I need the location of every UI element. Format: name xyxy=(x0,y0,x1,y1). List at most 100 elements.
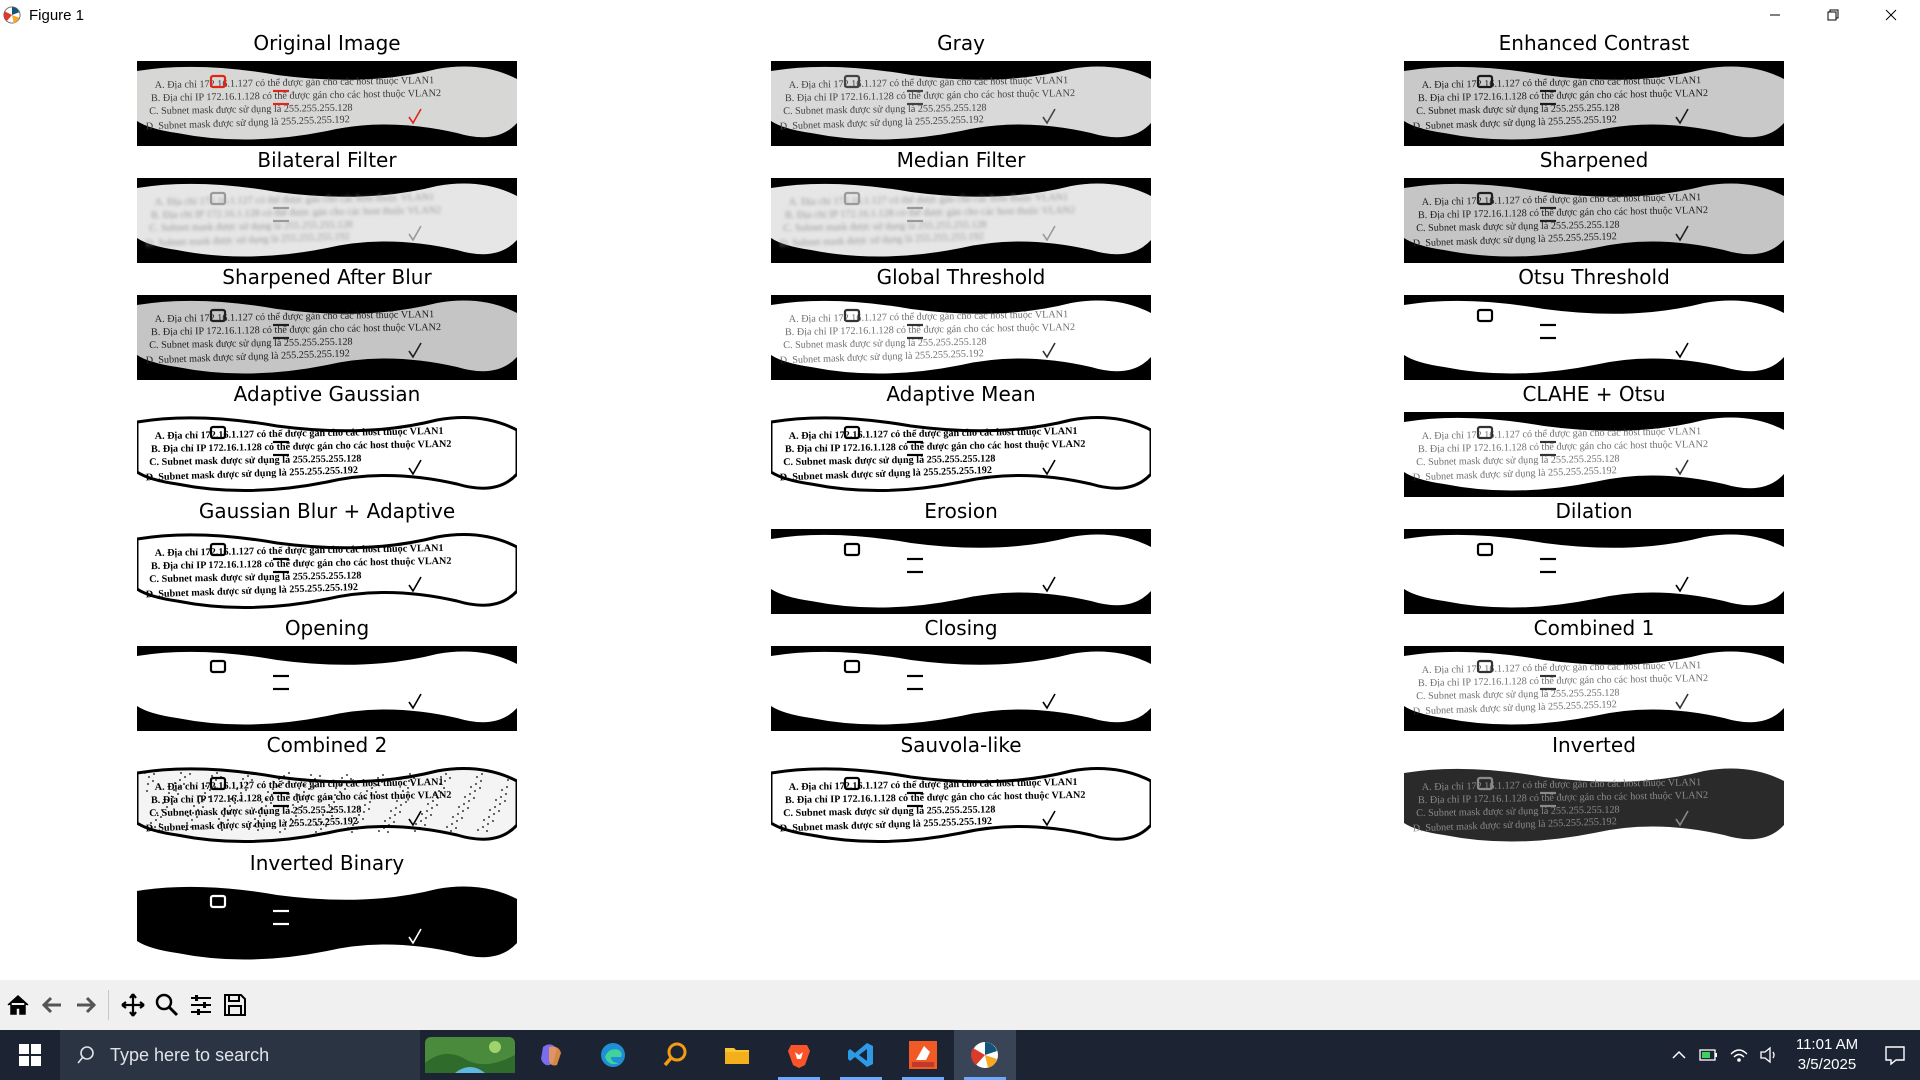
configure-subplots-icon xyxy=(191,995,211,1015)
noise-speck xyxy=(476,776,478,778)
noise-speck xyxy=(414,830,416,832)
image-bilateral-filter: A. Địa chỉ 172.16.1.127 có thể được gán … xyxy=(137,178,517,263)
volume-tray-button[interactable] xyxy=(1754,1030,1784,1080)
news-widget[interactable] xyxy=(420,1030,520,1080)
noise-speck xyxy=(482,826,484,828)
taskbar-edge[interactable] xyxy=(582,1030,644,1080)
matplotlib-icon xyxy=(3,6,21,24)
noise-speck xyxy=(501,789,503,791)
image-gray: A. Địa chỉ 172.16.1.127 có thể được gán … xyxy=(771,61,1151,146)
noise-speck xyxy=(180,772,182,774)
image-median-filter: A. Địa chỉ 172.16.1.127 có thể được gán … xyxy=(771,178,1151,263)
panel-gaussian-blur-adaptive: Gaussian Blur + Adaptive A. Địa chỉ 172.1… xyxy=(137,498,517,615)
processed-image xyxy=(137,646,517,731)
noise-speck xyxy=(148,776,150,778)
panel-title: Dilation xyxy=(1555,499,1633,523)
notifications-button[interactable] xyxy=(1870,1030,1920,1080)
close-button[interactable] xyxy=(1862,0,1920,30)
noise-speck xyxy=(310,774,312,776)
noise-speck xyxy=(425,817,427,819)
image-original-image: A. Địa chỉ 172.16.1.127 có thể được gán … xyxy=(137,61,517,146)
taskbar-matplotlib-figure[interactable] xyxy=(954,1030,1016,1080)
noise-speck xyxy=(409,773,411,775)
home-button[interactable] xyxy=(2,989,34,1021)
image-sauvola-like: A. Địa chỉ 172.16.1.127 có thể được gán … xyxy=(771,763,1151,848)
zoom-button[interactable] xyxy=(151,989,183,1021)
panel-title: Bilateral Filter xyxy=(257,148,397,172)
taskbar-brave[interactable] xyxy=(768,1030,830,1080)
taskbar-vscode[interactable] xyxy=(830,1030,892,1080)
noise-speck xyxy=(421,813,423,815)
noise-speck xyxy=(184,776,186,778)
minimize-button[interactable] xyxy=(1746,0,1804,30)
pan-icon xyxy=(121,993,145,1017)
noise-speck xyxy=(444,780,446,782)
processed-image: A. Địa chỉ 172.16.1.127 có thể được gán … xyxy=(137,61,517,146)
noise-speck xyxy=(507,779,509,781)
noise-speck xyxy=(368,808,370,810)
panel-erosion: Erosion xyxy=(771,498,1151,615)
start-button[interactable] xyxy=(0,1030,60,1080)
file-explorer-icon xyxy=(725,1048,749,1064)
noise-speck xyxy=(144,772,146,774)
panel-original-image: Original Image A. Địa chỉ 172.16.1.127 có… xyxy=(137,30,517,147)
processed-image: A. Địa chỉ 172.16.1.127 có thể được gán … xyxy=(137,178,517,263)
taskbar-copilot[interactable] xyxy=(520,1030,582,1080)
toolbar-separator xyxy=(108,990,109,1020)
panel-closing: Closing xyxy=(771,615,1151,732)
noise-speck xyxy=(505,793,507,795)
processed-image xyxy=(1404,295,1784,380)
taskbar-foxit-reader[interactable] xyxy=(892,1030,954,1080)
noise-speck xyxy=(426,810,428,812)
noise-speck xyxy=(498,810,500,812)
battery-tray-button[interactable] xyxy=(1694,1030,1724,1080)
back-button[interactable] xyxy=(36,989,68,1021)
noise-speck xyxy=(389,817,391,819)
image-sharpened: A. Địa chỉ 172.16.1.127 có thể được gán … xyxy=(1404,178,1784,263)
restore-button[interactable] xyxy=(1804,0,1862,30)
noise-speck xyxy=(146,790,148,792)
noise-speck xyxy=(346,774,348,776)
panel-otsu-threshold: Otsu Threshold xyxy=(1404,264,1784,381)
panel-title: Sharpened After Blur xyxy=(222,265,432,289)
edge-icon xyxy=(601,1043,625,1067)
taskbar-file-explorer[interactable] xyxy=(706,1030,768,1080)
processed-image: A. Địa chỉ 172.16.1.127 có thể được gán … xyxy=(771,295,1151,380)
network-tray-button[interactable] xyxy=(1724,1030,1754,1080)
image-closing xyxy=(771,646,1151,731)
panel-title: Sharpened xyxy=(1539,148,1649,172)
panel-title: Inverted xyxy=(1552,733,1636,757)
show-hidden-icons-button[interactable] xyxy=(1664,1030,1694,1080)
save-button[interactable] xyxy=(219,989,251,1021)
pan-button[interactable] xyxy=(117,989,149,1021)
taskbar-clock[interactable]: 11:01 AM 3/5/2025 xyxy=(1784,1035,1870,1075)
noise-speck xyxy=(216,772,218,774)
noise-speck xyxy=(418,774,420,776)
image-enhanced-contrast: A. Địa chỉ 172.16.1.127 có thể được gán … xyxy=(1404,61,1784,146)
forward-button[interactable] xyxy=(70,989,102,1021)
noise-speck xyxy=(455,827,457,829)
search-icon xyxy=(77,1046,94,1064)
taskbar-search-box[interactable]: Type here to search xyxy=(60,1030,420,1080)
search-app-icon xyxy=(663,1042,687,1067)
image-erosion xyxy=(771,529,1151,614)
speaker-icon xyxy=(1760,1046,1775,1064)
noise-speck xyxy=(378,830,380,832)
noise-speck xyxy=(475,783,477,785)
noise-speck xyxy=(395,807,397,809)
noise-speck xyxy=(189,773,191,775)
figure-canvas[interactable]: Original Image A. Địa chỉ 172.16.1.127 có… xyxy=(0,30,1920,980)
image-clahe-otsu: A. Địa chỉ 172.16.1.127 có thể được gán … xyxy=(1404,412,1784,497)
notification-icon xyxy=(1885,1046,1905,1066)
noise-speck xyxy=(430,814,432,816)
taskbar-search-app[interactable] xyxy=(644,1030,706,1080)
panel-title: Opening xyxy=(284,616,370,640)
configure-subplots-button[interactable] xyxy=(185,989,217,1021)
panel-gray: Gray A. Địa chỉ 172.16.1.127 có thể được … xyxy=(771,30,1151,147)
panel-inverted: Inverted A. Địa chỉ 172.16.1.127 có thể đ… xyxy=(1404,732,1784,849)
image-otsu-threshold xyxy=(1404,295,1784,380)
panel-opening: Opening xyxy=(137,615,517,732)
noise-speck xyxy=(450,830,452,832)
panel-title: Sauvola-like xyxy=(900,733,1022,757)
panel-title: Combined 1 xyxy=(1533,616,1655,640)
